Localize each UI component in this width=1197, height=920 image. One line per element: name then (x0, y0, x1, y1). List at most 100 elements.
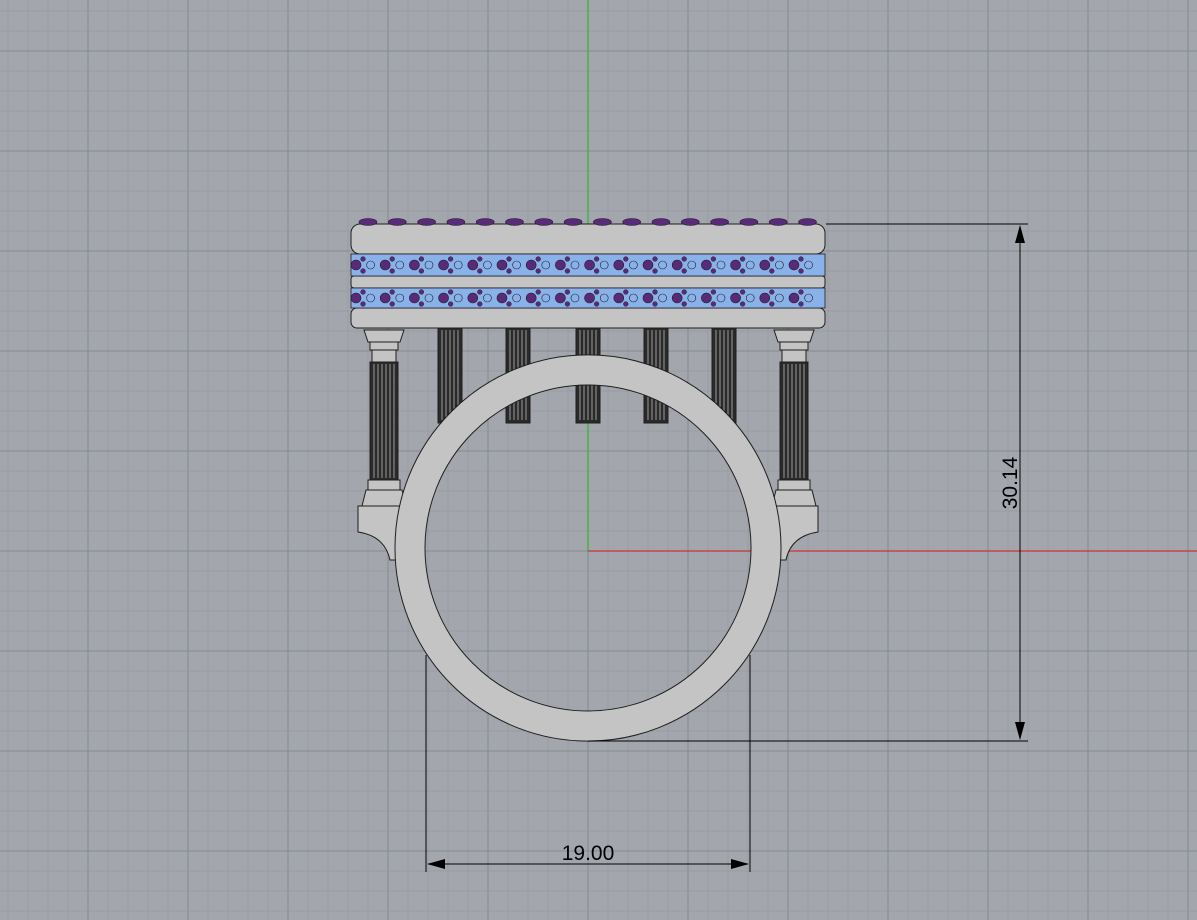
pave-prong (593, 289, 600, 295)
pave-gem (658, 260, 667, 270)
pave-prong (506, 268, 512, 274)
pave-gem (642, 259, 654, 271)
width-dimension-text[interactable]: 19.00 (562, 842, 615, 865)
column-base-ring (367, 479, 401, 491)
pave-prong (448, 256, 454, 262)
pave-prong (623, 256, 629, 262)
column-base (361, 489, 407, 507)
pave-gem (584, 292, 595, 304)
pave-prong (710, 256, 717, 262)
edge-gem (622, 218, 642, 226)
pave-prong (652, 301, 658, 307)
pave-prong (769, 301, 775, 307)
edge-gem (475, 218, 495, 226)
pave-prong (681, 268, 687, 274)
pave-gem (496, 259, 508, 271)
pave-prong (564, 256, 571, 262)
pave-gem (613, 292, 625, 304)
pave-gem (525, 259, 537, 271)
pave-prong (477, 268, 483, 274)
pave-gem (483, 260, 492, 270)
pave-gem (642, 292, 654, 304)
pave-gem (613, 259, 625, 271)
edge-gem (768, 218, 788, 226)
pave-prong (448, 301, 454, 307)
pave-prong (535, 289, 541, 295)
pave-gem (599, 260, 609, 270)
column-capital (363, 329, 405, 343)
pave-prong (798, 268, 804, 274)
pave-gem (424, 293, 434, 303)
height-dimension-text[interactable]: 30.14 (999, 456, 1022, 509)
width-arrow-left (427, 859, 445, 869)
pave-gem (671, 259, 683, 271)
pave-prong (389, 268, 395, 274)
platform-bottom-plate (350, 307, 826, 329)
pave-prong (798, 301, 804, 307)
pave-gem (745, 293, 755, 303)
pave-prong (710, 268, 717, 274)
pave-prong (418, 289, 425, 295)
pave-gem (716, 260, 726, 270)
edge-gem (446, 218, 466, 226)
pave-prong (710, 301, 717, 307)
pave-gem (467, 259, 479, 271)
edge-gem (358, 218, 378, 226)
pave-prong (623, 268, 629, 274)
pave-prong (652, 289, 658, 295)
pave-prong (739, 256, 746, 262)
pave-gem (599, 293, 609, 303)
pave-gem (804, 260, 813, 270)
edge-gem (651, 218, 671, 226)
pave-gem (701, 292, 712, 304)
column-neck (371, 349, 397, 363)
pave-gem (453, 293, 463, 303)
pave-gem (584, 259, 595, 271)
pave-gem (804, 293, 813, 303)
edge-gem (505, 218, 524, 226)
pave-gem (629, 293, 638, 303)
pave-prong (418, 268, 425, 274)
edge-gem (387, 218, 407, 226)
pave-prong (798, 256, 804, 262)
edge-gem (798, 218, 817, 226)
pave-gem (366, 293, 375, 303)
pave-prong (360, 301, 366, 307)
pave-gem (541, 260, 551, 270)
pave-prong (418, 256, 425, 262)
pave-prong (389, 289, 395, 295)
edge-gem (417, 218, 436, 226)
column-base-ring (777, 479, 811, 491)
pave-gem (570, 293, 580, 303)
rhino-front-viewport[interactable]: 30.14 19.00 (0, 0, 1197, 920)
viewport-canvas[interactable]: 30.14 19.00 (0, 0, 1197, 920)
pave-gem (555, 259, 566, 271)
pave-gem (687, 260, 697, 270)
pave-gem (687, 293, 697, 303)
edge-gem (593, 218, 612, 226)
pave-gem (350, 292, 362, 304)
pave-prong (535, 301, 541, 307)
pave-gem (570, 260, 580, 270)
pave-gem (730, 259, 741, 271)
platform-middle-plate (350, 275, 826, 289)
pave-gem (366, 260, 375, 270)
pave-prong (593, 268, 600, 274)
pave-prong (593, 301, 600, 307)
pave-prong (360, 289, 366, 295)
pave-prong (477, 289, 483, 295)
pave-gem (759, 292, 771, 304)
pave-prong (477, 301, 483, 307)
pave-gem (453, 260, 463, 270)
pave-prong (769, 289, 775, 295)
pave-gem (496, 292, 508, 304)
pave-prong (389, 301, 395, 307)
edge-gem (563, 218, 583, 226)
pave-gem (379, 259, 391, 271)
pave-prong (593, 256, 600, 262)
pave-gem (438, 292, 449, 304)
pave-prong (623, 289, 629, 295)
pave-gem (555, 292, 566, 304)
pave-gem (483, 293, 492, 303)
pave-prong (360, 256, 366, 262)
